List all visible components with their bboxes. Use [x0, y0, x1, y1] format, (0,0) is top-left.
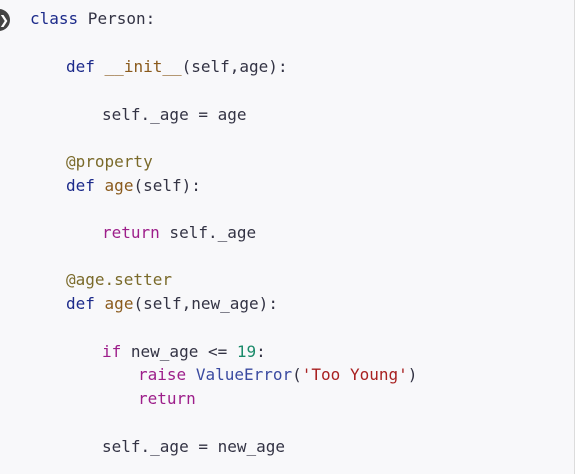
code-token: def [66, 294, 95, 313]
code-token: (self): [133, 176, 201, 195]
code-token: if [102, 342, 122, 361]
code-line: def age(self): [66, 175, 201, 197]
code-token: (self,new_age): [133, 294, 278, 313]
code-line: self._age = new_age [102, 436, 285, 458]
code-line: class Person: [30, 8, 155, 30]
code-token: def [66, 57, 95, 76]
code-token: self._age = age [102, 105, 247, 124]
code-token: (self,age): [181, 57, 288, 76]
code-token: return [138, 389, 196, 408]
code-token: def [66, 176, 95, 195]
code-line: def age(self,new_age): [66, 293, 278, 315]
code-line: return [138, 388, 196, 410]
code-token: self._age = new_age [102, 437, 286, 456]
code-token: : [256, 342, 266, 361]
code-token: 'Too Young' [301, 365, 408, 384]
code-token: ) [407, 365, 418, 384]
code-line: raise ValueError('Too Young') [138, 364, 417, 386]
code-block: ❯ class Person: def __init__(self,age): … [0, 0, 575, 474]
code-line: self._age = age [102, 104, 247, 126]
code-token: ValueError [195, 365, 293, 384]
code-line: @property [66, 151, 153, 173]
code-token: age [104, 294, 134, 313]
code-token: raise [138, 365, 187, 384]
code-token: Person: [78, 9, 156, 28]
code-token: 19 [236, 342, 257, 361]
code-token: __init__ [104, 57, 182, 76]
code-token: @age.setter [66, 270, 172, 289]
code-token: return [102, 223, 160, 242]
copy-button-label: ❯ [0, 14, 9, 26]
code-token: @property [66, 152, 153, 171]
code-line: if new_age <= 19: [102, 341, 266, 363]
code-line: def __init__(self,age): [66, 56, 288, 78]
code-line: return self._age [102, 222, 256, 244]
code-line: @age.setter [66, 269, 172, 291]
code-token: age [104, 176, 134, 195]
code-token: ( [292, 365, 302, 384]
code-token: self._age [159, 223, 257, 242]
copy-icon[interactable]: ❯ [0, 9, 10, 31]
code-token: class [30, 9, 79, 28]
code-token: new_age <= [121, 342, 237, 361]
